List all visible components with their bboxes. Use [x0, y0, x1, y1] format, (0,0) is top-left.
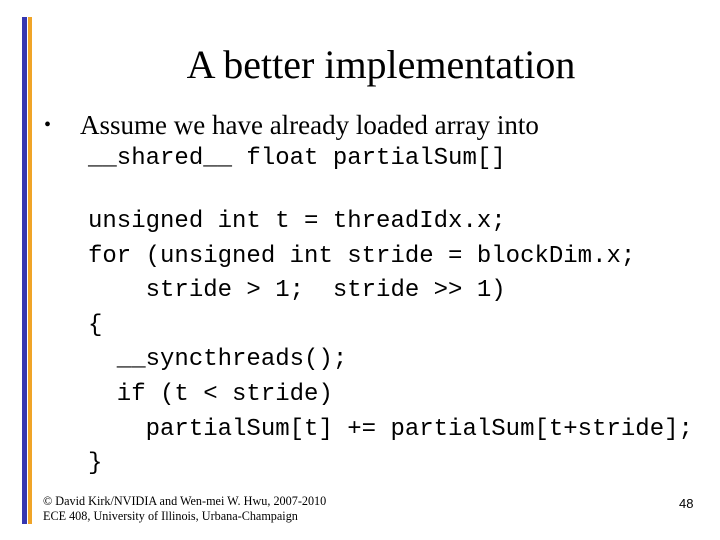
code-line: if (t < stride): [88, 380, 333, 408]
footer-line-1: © David Kirk/NVIDIA and Wen-mei W. Hwu, …: [43, 494, 327, 508]
slide-title: A better implementation: [186, 42, 576, 87]
code-block: unsigned int t = threadIdx.x; for (unsign…: [88, 204, 693, 481]
shared-declaration: __shared__ float partialSum[]: [88, 145, 506, 172]
page-number: 48: [679, 496, 694, 511]
code-line: for (unsigned int stride = blockDim.x;: [88, 242, 636, 270]
accent-bar-orange: [28, 17, 32, 524]
code-line: partialSum[t] += partialSum[t+stride];: [88, 415, 693, 443]
bullet-text: Assume we have already loaded array into: [80, 110, 539, 140]
code-line: stride > 1; stride >> 1): [88, 277, 506, 305]
code-line: __syncthreads();: [88, 346, 348, 374]
code-line: {: [88, 311, 103, 339]
code-line: unsigned int t = threadIdx.x;: [88, 208, 506, 235]
code-line: }: [88, 450, 103, 478]
accent-bar-blue: [22, 17, 27, 524]
bullet-dot-icon: •: [44, 114, 52, 136]
footer-line-2: ECE 408, University of Illinois, Urbana-…: [43, 509, 298, 523]
footer-copyright: © David Kirk/NVIDIA and Wen-mei W. Hwu, …: [43, 494, 326, 524]
